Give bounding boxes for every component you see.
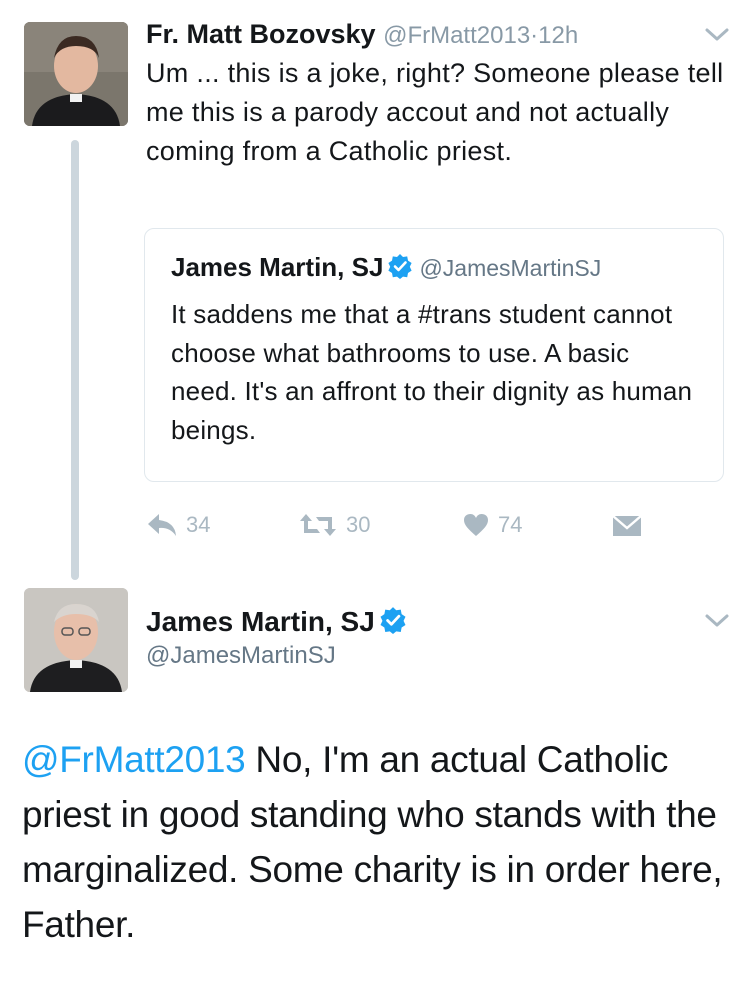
retweet-button[interactable]: 30 — [298, 508, 370, 542]
meta-separator: · — [530, 22, 539, 49]
envelope-icon — [612, 515, 642, 536]
heart-icon — [464, 514, 488, 536]
avatar-photo-icon — [24, 588, 128, 692]
author-handle[interactable]: @JamesMartinSJ — [146, 640, 336, 672]
verified-badge-icon — [388, 254, 413, 279]
avatar[interactable] — [24, 22, 128, 126]
author-name[interactable]: James Martin, SJ — [146, 606, 375, 637]
tweet-text: Um ... this is a joke, right? Someone pl… — [146, 58, 724, 166]
tweet-timestamp[interactable]: 12h — [538, 22, 578, 49]
avatar-photo-icon — [24, 22, 128, 126]
tweet-text: @FrMatt2013 No, I'm an actual Catholic p… — [22, 732, 734, 952]
direct-message-button[interactable] — [612, 508, 642, 542]
quoted-author-name: James Martin, SJ — [171, 252, 384, 282]
verified-badge-icon — [380, 607, 406, 634]
author-handle[interactable]: @FrMatt2013 — [383, 22, 530, 49]
quoted-tweet-header: James Martin, SJ @JamesMartinSJ — [171, 251, 601, 284]
quoted-tweet-card[interactable]: James Martin, SJ @JamesMartinSJ It sadde… — [144, 228, 724, 482]
reply-icon — [148, 514, 176, 536]
author-name-row: James Martin, SJ — [146, 604, 413, 640]
mention-link[interactable]: @FrMatt2013 — [22, 739, 246, 780]
avatar[interactable] — [24, 588, 128, 692]
tweet-header: Fr. Matt Bozovsky @FrMatt2013·12h — [146, 16, 578, 54]
like-count: 74 — [498, 512, 523, 537]
chevron-down-icon[interactable] — [703, 612, 731, 630]
retweet-count: 30 — [346, 512, 371, 537]
quoted-author-handle: @JamesMartinSJ — [419, 255, 602, 281]
reply-count: 34 — [186, 512, 211, 537]
retweet-icon — [300, 514, 336, 536]
like-button[interactable]: 74 — [462, 508, 522, 542]
chevron-down-icon[interactable] — [703, 26, 731, 44]
quoted-tweet-text: It saddens me that a #trans student cann… — [171, 299, 693, 445]
reply-button[interactable]: 34 — [146, 508, 210, 542]
thread-connector-line — [71, 140, 79, 580]
author-name[interactable]: Fr. Matt Bozovsky — [146, 19, 376, 49]
